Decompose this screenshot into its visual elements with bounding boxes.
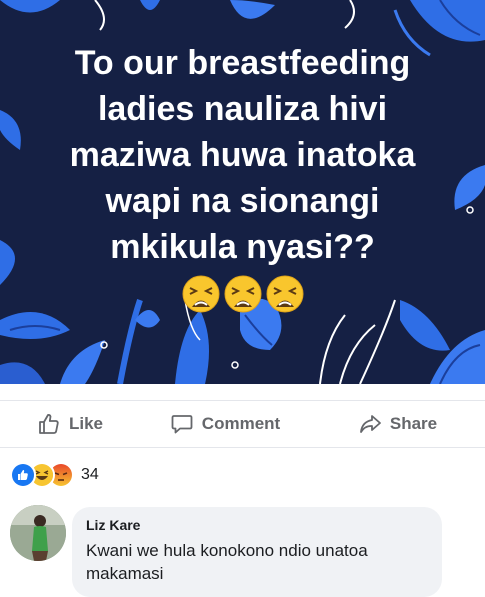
weary-face-emoji-icon (182, 275, 219, 313)
share-button[interactable]: Share (310, 401, 485, 447)
thumbs-up-icon (39, 414, 59, 434)
reaction-count: 34 (81, 466, 99, 483)
avatar[interactable] (10, 505, 66, 561)
emoji-row (0, 274, 485, 314)
comment-bubble: Liz Kare Kwani we hula konokono ndio una… (72, 507, 442, 597)
comment-text: Kwani we hula konokono ndio unatoa makam… (86, 541, 368, 583)
like-label: Like (68, 414, 104, 433)
comment-button[interactable]: Comment (140, 401, 310, 447)
post-image[interactable]: To our breastfeeding ladies nauliza hivi… (0, 0, 485, 384)
share-label: Share (389, 414, 438, 433)
share-arrow-icon (359, 415, 381, 433)
like-reaction-icon (10, 462, 36, 488)
speech-bubble-icon (171, 415, 193, 434)
profile-photo (10, 505, 66, 561)
comment-author-name[interactable]: Liz Kare (86, 517, 140, 533)
weary-face-emoji-icon (224, 275, 261, 313)
like-button[interactable]: Like (0, 401, 140, 447)
post-text: To our breastfeeding ladies nauliza hivi… (69, 44, 416, 266)
reactions-summary[interactable]: 34 (10, 462, 99, 488)
post-action-bar: Like Comment Share (0, 400, 485, 448)
weary-face-emoji-icon (266, 275, 303, 313)
comment-label: Comment (201, 414, 281, 433)
